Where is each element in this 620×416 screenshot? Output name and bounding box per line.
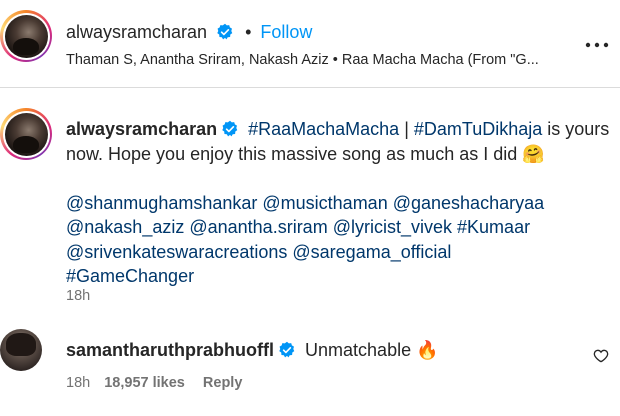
commenter-avatar[interactable] xyxy=(0,329,42,371)
caption-pipe: | xyxy=(399,119,414,139)
comment-body: samantharuthprabhuoffl Unmatchable 🔥 xyxy=(66,340,439,361)
fire-emoji: 🔥 xyxy=(416,340,439,360)
audio-attribution[interactable]: Thaman S, Anantha Sriram, Nakash Aziz • … xyxy=(66,52,539,68)
comment-text: Unmatchable xyxy=(305,340,412,360)
verified-badge-icon xyxy=(217,23,233,40)
follow-button[interactable]: Follow xyxy=(260,22,312,42)
caption-line-1: alwaysramcharan #RaaMachaMacha | #DamTuD… xyxy=(66,117,614,142)
commenter-username[interactable]: samantharuthprabhuoffl xyxy=(66,340,274,360)
comment-timestamp[interactable]: 18h xyxy=(66,375,90,391)
hashtag-link[interactable]: #RaaMachaMacha xyxy=(248,119,399,139)
hugging-face-emoji: 🤗 xyxy=(522,143,545,164)
mention-link[interactable]: @nakash_aziz xyxy=(66,217,184,237)
mention-link[interactable]: @saregama_official xyxy=(292,242,451,262)
comment-meta: 18h 18,957 likes Reply xyxy=(66,375,242,391)
hashtag-link[interactable]: #Kumaar xyxy=(457,217,530,237)
post-header: alwaysramcharan • Follow xyxy=(66,22,312,43)
caption-text-part: now. Hope you enjoy this massive song as… xyxy=(66,143,518,164)
mention-link[interactable]: @ganeshacharyaa xyxy=(393,193,544,213)
caption-text-part: is yours xyxy=(542,119,610,139)
mention-line: @nakash_aziz @anantha.sriram @lyricist_v… xyxy=(66,215,614,240)
header-divider xyxy=(0,87,620,88)
mention-line: @srivenkateswaracreations @saregama_offi… xyxy=(66,240,614,265)
mention-link[interactable]: @anantha.sriram xyxy=(189,217,327,237)
heart-icon[interactable] xyxy=(593,348,609,364)
caption-author-avatar[interactable] xyxy=(0,108,52,160)
mention-link[interactable]: @musicthaman xyxy=(262,193,387,213)
mention-line: #GameChanger xyxy=(66,264,614,289)
comment-likes[interactable]: 18,957 likes xyxy=(104,375,185,391)
header-separator: • xyxy=(245,22,252,42)
hashtag-link[interactable]: #DamTuDikhaja xyxy=(414,119,542,139)
mention-link[interactable]: @lyricist_vivek xyxy=(333,217,452,237)
hashtag-link[interactable]: #GameChanger xyxy=(66,266,194,286)
post-author-username[interactable]: alwaysramcharan xyxy=(66,22,207,42)
caption-timestamp[interactable]: 18h xyxy=(66,288,90,304)
caption-text: alwaysramcharan #RaaMachaMacha | #DamTuD… xyxy=(66,117,614,289)
caption-author-username[interactable]: alwaysramcharan xyxy=(66,119,217,139)
mention-link[interactable]: @shanmughamshankar xyxy=(66,193,257,213)
mention-line: @shanmughamshankar @musicthaman @ganesha… xyxy=(66,191,614,216)
post-author-avatar[interactable] xyxy=(0,10,52,62)
reply-button[interactable]: Reply xyxy=(203,375,243,391)
verified-badge-icon xyxy=(222,120,238,137)
mention-link[interactable]: @srivenkateswaracreations xyxy=(66,242,287,262)
caption-line-2: now. Hope you enjoy this massive song as… xyxy=(66,142,614,167)
verified-badge-icon xyxy=(279,341,295,358)
more-options-icon[interactable] xyxy=(582,36,612,48)
